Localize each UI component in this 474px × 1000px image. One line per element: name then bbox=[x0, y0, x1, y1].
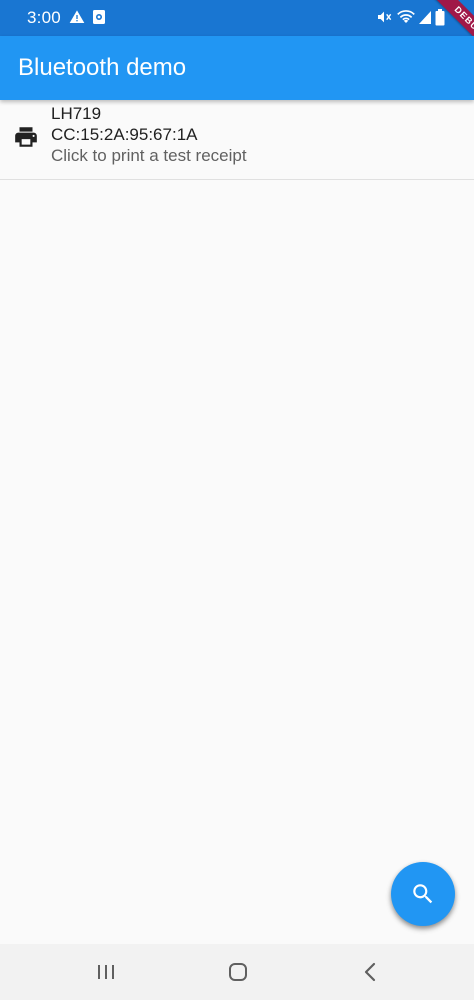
status-time: 3:00 bbox=[27, 8, 61, 27]
search-icon bbox=[413, 884, 433, 904]
printer-icon bbox=[15, 127, 37, 147]
notification-icon bbox=[93, 10, 105, 24]
device-subtitle: Click to print a test receipt bbox=[51, 146, 247, 165]
status-bar: 3:00 DEBUG bbox=[0, 0, 474, 60]
warning-icon bbox=[69, 10, 85, 23]
device-name: LH719 bbox=[51, 104, 102, 123]
back-button[interactable] bbox=[331, 944, 411, 1000]
device-address: CC:15:2A:95:67:1A bbox=[51, 125, 198, 144]
page-title: Bluetooth demo bbox=[18, 54, 187, 81]
back-icon bbox=[364, 962, 376, 982]
recent-apps-icon bbox=[98, 965, 114, 979]
wifi-icon bbox=[397, 10, 415, 23]
home-button[interactable] bbox=[198, 944, 278, 1000]
search-fab-button[interactable] bbox=[391, 862, 455, 926]
mute-icon bbox=[378, 11, 392, 23]
recent-apps-button[interactable] bbox=[66, 944, 146, 1000]
navigation-bar bbox=[0, 944, 474, 1000]
device-list: LH719 CC:15:2A:95:67:1A Click to print a… bbox=[0, 100, 474, 180]
home-icon bbox=[229, 963, 247, 981]
app-bar: Bluetooth demo bbox=[0, 36, 474, 100]
device-list-item[interactable]: LH719 CC:15:2A:95:67:1A Click to print a… bbox=[0, 100, 474, 180]
